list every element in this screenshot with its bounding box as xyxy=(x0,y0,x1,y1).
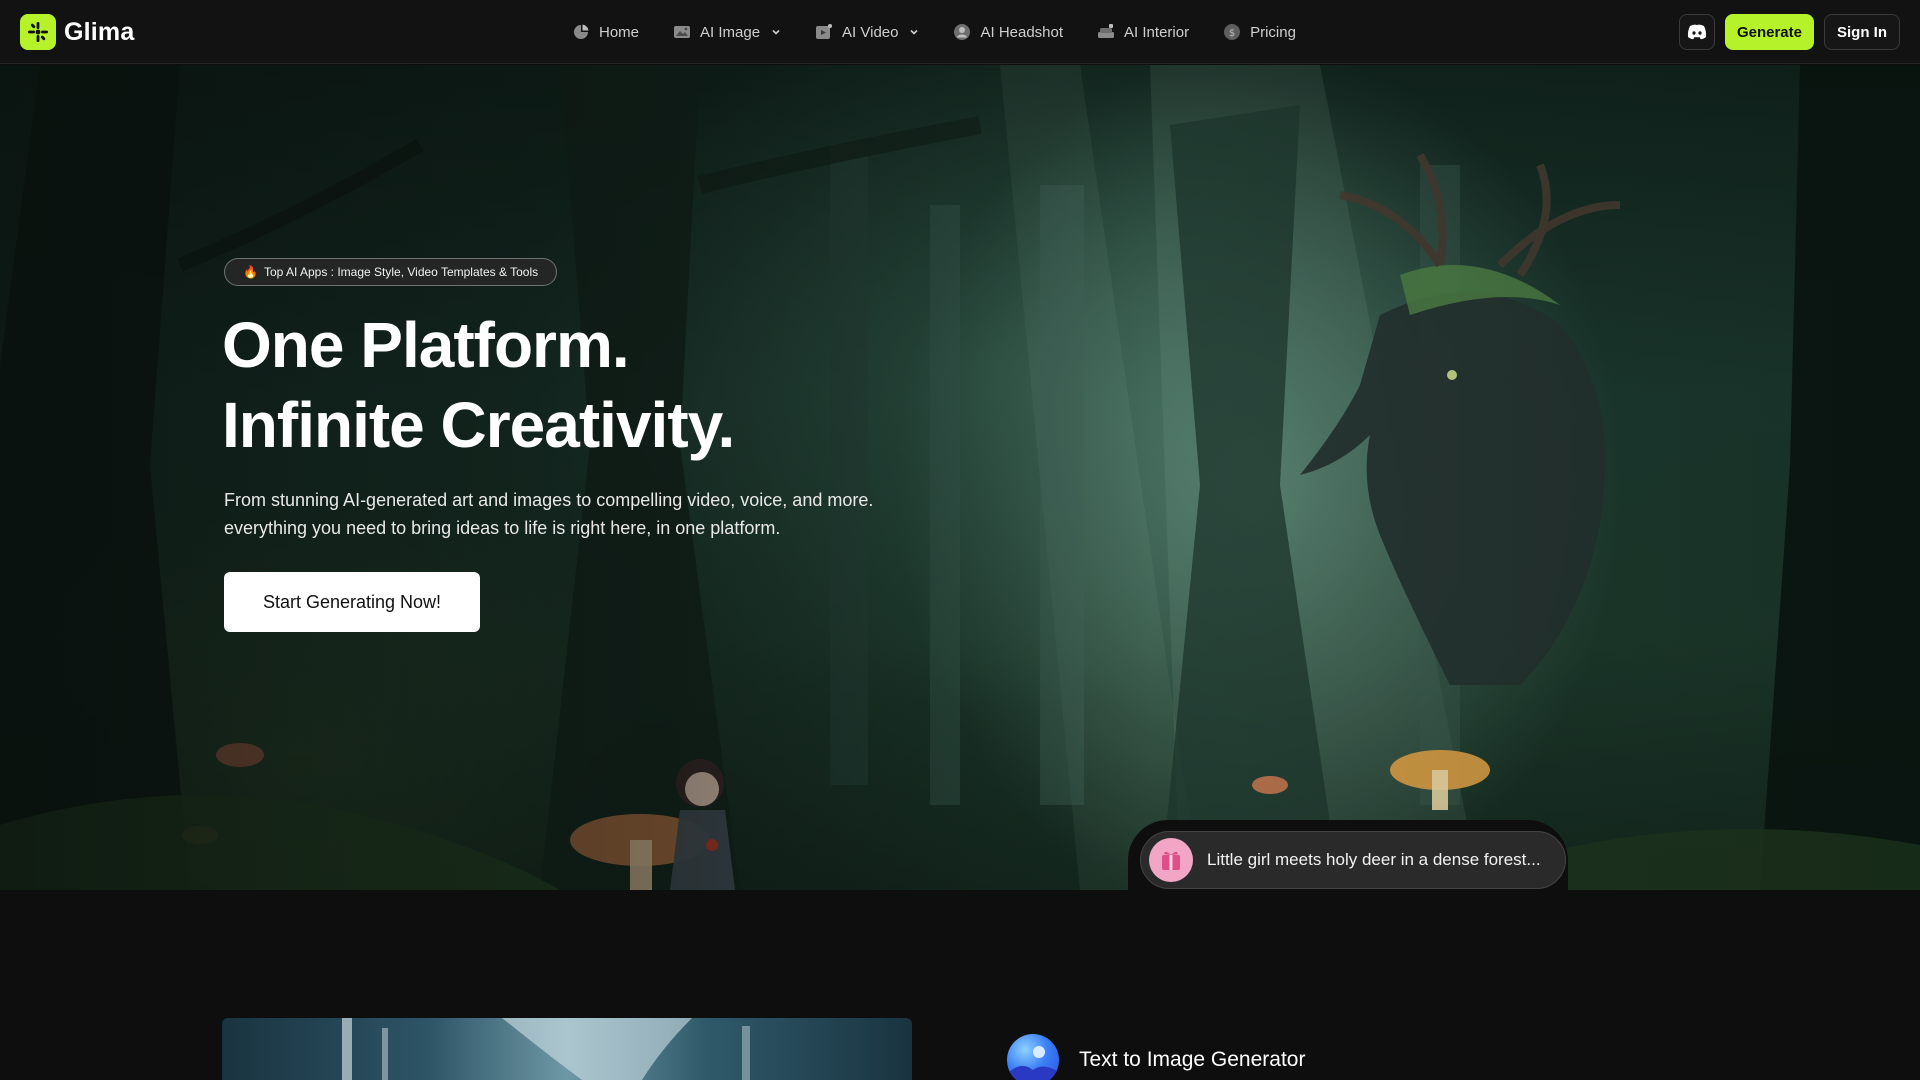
fire-icon: 🔥 xyxy=(243,265,258,279)
headline-line-2: Infinite Creativity. xyxy=(222,389,735,461)
badge-text: Top AI Apps : Image Style, Video Templat… xyxy=(263,265,539,279)
hero-section: 🔥 Top AI Apps : Image Style, Video Templ… xyxy=(0,65,1920,890)
nav-item-ai-image[interactable]: AI Image xyxy=(673,23,781,41)
prompt-text: Little girl meets holy deer in a dense f… xyxy=(1207,850,1541,869)
interior-icon xyxy=(1098,24,1115,38)
discord-button[interactable] xyxy=(1678,14,1715,50)
hero-headline: One Platform. Infinite Creativity. xyxy=(222,305,735,465)
brand-logo[interactable]: Glima xyxy=(20,14,134,50)
gift-icon xyxy=(1149,838,1193,882)
nav-item-ai-interior[interactable]: AI Interior xyxy=(1097,23,1189,41)
chevron-down-icon xyxy=(772,29,780,35)
nav-label: Home xyxy=(599,23,640,41)
nav-label: AI Interior xyxy=(1124,23,1190,41)
nav-label: AI Video xyxy=(842,23,899,41)
features-section: Text to Image Generator xyxy=(0,890,1920,1080)
nav-label: AI Headshot xyxy=(980,23,1064,41)
chevron-down-icon xyxy=(910,29,919,35)
generate-button[interactable]: Generate xyxy=(1724,14,1814,50)
feature-preview-image xyxy=(222,1018,912,1080)
feature-text-to-image[interactable]: Text to Image Generator xyxy=(1007,1034,1305,1080)
sign-in-button[interactable]: Sign In xyxy=(1824,14,1900,50)
pricing-icon: $ xyxy=(1224,24,1241,40)
headline-line-1: One Platform. xyxy=(222,309,630,381)
nav-item-ai-video[interactable]: AI Video xyxy=(815,23,919,41)
nav-item-ai-headshot[interactable]: AI Headshot xyxy=(953,23,1063,41)
sample-prompt-chip[interactable]: Little girl meets holy deer in a dense f… xyxy=(1140,831,1566,889)
image-icon xyxy=(674,26,691,38)
nav-label: AI Image xyxy=(700,23,761,41)
brand-name: Glima xyxy=(64,17,135,46)
main-menu: Home AI Image AI Video AI Headshot AI In… xyxy=(572,0,1296,64)
discord-icon xyxy=(1687,24,1707,40)
nav-item-home[interactable]: Home xyxy=(572,23,639,41)
hero-overlay xyxy=(0,65,1920,890)
headshot-icon xyxy=(954,24,971,40)
nav-item-pricing[interactable]: $ Pricing xyxy=(1223,23,1296,41)
nav-label: Pricing xyxy=(1250,23,1296,41)
feature-title: Text to Image Generator xyxy=(1079,1048,1306,1071)
top-apps-badge[interactable]: 🔥 Top AI Apps : Image Style, Video Templ… xyxy=(224,258,558,286)
start-generating-button[interactable]: Start Generating Now! xyxy=(224,572,480,632)
home-icon xyxy=(574,24,589,39)
top-navbar: Glima Home AI Image AI Video AI Headshot… xyxy=(0,0,1920,64)
nav-actions: Generate Sign In xyxy=(1678,14,1900,50)
svg-text:$: $ xyxy=(1229,28,1235,39)
text-to-image-icon xyxy=(1007,1034,1059,1080)
video-icon xyxy=(816,24,833,39)
glima-logo-icon xyxy=(20,14,56,50)
hero-subtext: From stunning AI-generated art and image… xyxy=(224,490,874,538)
